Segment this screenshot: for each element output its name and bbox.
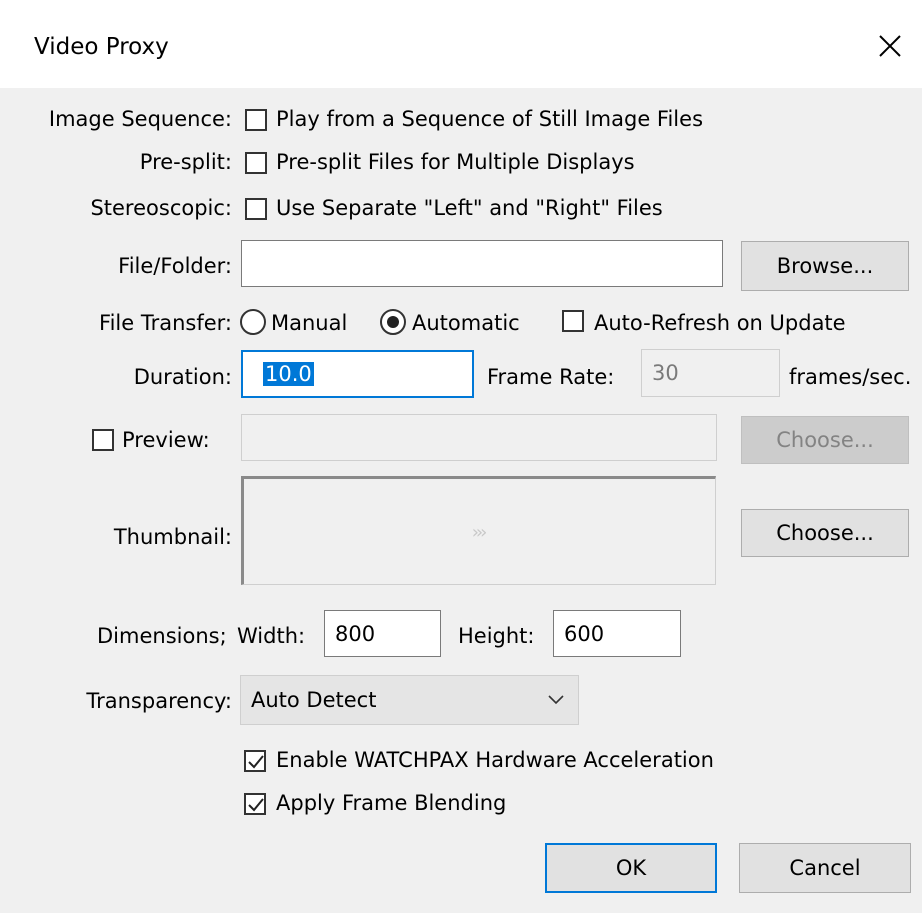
automatic-radio[interactable] (380, 309, 406, 335)
duration-label: Duration: (133, 365, 232, 389)
browse-button[interactable]: Browse... (741, 241, 909, 291)
checkmark-icon (248, 798, 264, 812)
transparency-select[interactable]: Auto Detect (240, 675, 579, 725)
stereoscopic-label: Stereoscopic: (90, 196, 232, 220)
preview-label: Preview: (122, 428, 210, 452)
image-sequence-option-label: Play from a Sequence of Still Image File… (276, 107, 704, 131)
height-label: Height: (458, 624, 535, 648)
preview-input[interactable] (241, 414, 717, 461)
video-proxy-dialog: Video Proxy Image Sequence: Play from a … (0, 0, 922, 913)
image-sequence-label: Image Sequence: (48, 107, 232, 131)
pre-split-label: Pre-split: (139, 150, 232, 174)
automatic-radio-label: Automatic (412, 311, 520, 335)
duration-input[interactable]: 10.0 (241, 350, 474, 398)
auto-refresh-checkbox[interactable] (562, 310, 584, 332)
file-folder-label: File/Folder: (118, 254, 232, 278)
duration-value: 10.0 (263, 362, 314, 386)
checkmark-icon (248, 755, 264, 769)
file-transfer-label: File Transfer: (99, 311, 232, 335)
transparency-value: Auto Detect (251, 688, 377, 712)
chevron-down-icon (548, 695, 564, 705)
transparency-label: Transparency: (86, 689, 232, 713)
frame-blending-label: Apply Frame Blending (276, 791, 507, 815)
manual-radio-label: Manual (271, 311, 348, 335)
frame-rate-unit: frames/sec. (789, 365, 912, 389)
stereoscopic-option-label: Use Separate "Left" and "Right" Files (276, 196, 663, 220)
thumbnail-placeholder-icon: ››› (471, 522, 488, 543)
preview-choose-button[interactable]: Choose... (741, 416, 909, 464)
width-label: Width: (237, 624, 306, 648)
thumbnail-label: Thumbnail: (113, 525, 232, 549)
file-folder-input[interactable] (241, 240, 723, 287)
stereoscopic-checkbox[interactable] (245, 198, 267, 220)
frame-blending-checkbox[interactable] (244, 793, 266, 815)
height-input[interactable]: 600 (553, 610, 681, 657)
image-sequence-checkbox[interactable] (245, 109, 267, 131)
frame-rate-label: Frame Rate: (487, 365, 615, 389)
ok-button[interactable]: OK (545, 843, 717, 893)
width-value: 800 (335, 621, 376, 646)
cancel-button[interactable]: Cancel (739, 843, 911, 893)
width-input[interactable]: 800 (324, 610, 441, 657)
hw-accel-label: Enable WATCHPAX Hardware Acceleration (276, 748, 714, 772)
manual-radio[interactable] (240, 309, 266, 335)
frame-rate-value: 30 (652, 361, 679, 385)
title-bar: Video Proxy (0, 0, 922, 88)
thumbnail-choose-button[interactable]: Choose... (741, 509, 909, 557)
dialog-title: Video Proxy (34, 34, 169, 60)
pre-split-checkbox[interactable] (245, 152, 267, 174)
radio-selected-dot (387, 316, 399, 328)
pre-split-option-label: Pre-split Files for Multiple Displays (276, 150, 635, 174)
preview-checkbox[interactable] (92, 429, 114, 451)
hw-accel-checkbox[interactable] (244, 750, 266, 772)
thumbnail-preview: ››› (241, 476, 716, 585)
height-value: 600 (564, 621, 605, 646)
frame-rate-input[interactable]: 30 (641, 349, 780, 397)
close-icon[interactable] (866, 22, 914, 70)
dimensions-label: Dimensions; (97, 624, 227, 648)
auto-refresh-label: Auto-Refresh on Update (594, 311, 846, 335)
